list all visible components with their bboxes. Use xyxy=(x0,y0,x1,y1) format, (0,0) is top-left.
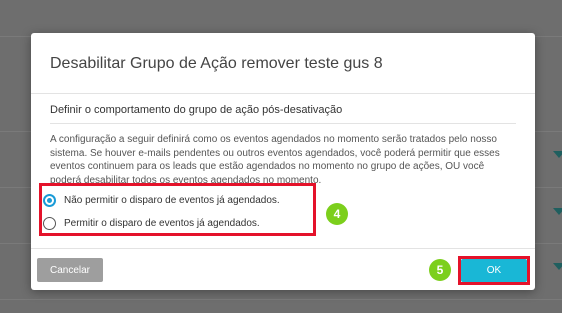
ok-button[interactable]: OK xyxy=(461,259,527,282)
section-divider xyxy=(50,123,516,124)
chevron-down-icon xyxy=(553,263,562,270)
chevron-down-icon xyxy=(553,151,562,158)
dialog-footer: Cancelar 5 OK xyxy=(31,248,535,290)
options-highlight-box xyxy=(39,183,316,236)
disable-action-group-dialog: Desabilitar Grupo de Ação remover teste … xyxy=(31,33,535,290)
cancel-button[interactable]: Cancelar xyxy=(37,258,103,282)
chevron-down-icon xyxy=(553,208,562,215)
section-title: Definir o comportamento do grupo de ação… xyxy=(50,104,343,116)
dialog-header: Desabilitar Grupo de Ação remover teste … xyxy=(31,33,535,94)
dialog-body: Definir o comportamento do grupo de ação… xyxy=(31,94,535,187)
dialog-title: Desabilitar Grupo de Ação remover teste … xyxy=(50,55,383,72)
step-badge: 4 xyxy=(326,203,348,225)
step-badge: 5 xyxy=(429,259,451,281)
background-divider xyxy=(0,299,562,300)
description-text: A configuração a seguir definirá como os… xyxy=(50,134,500,186)
